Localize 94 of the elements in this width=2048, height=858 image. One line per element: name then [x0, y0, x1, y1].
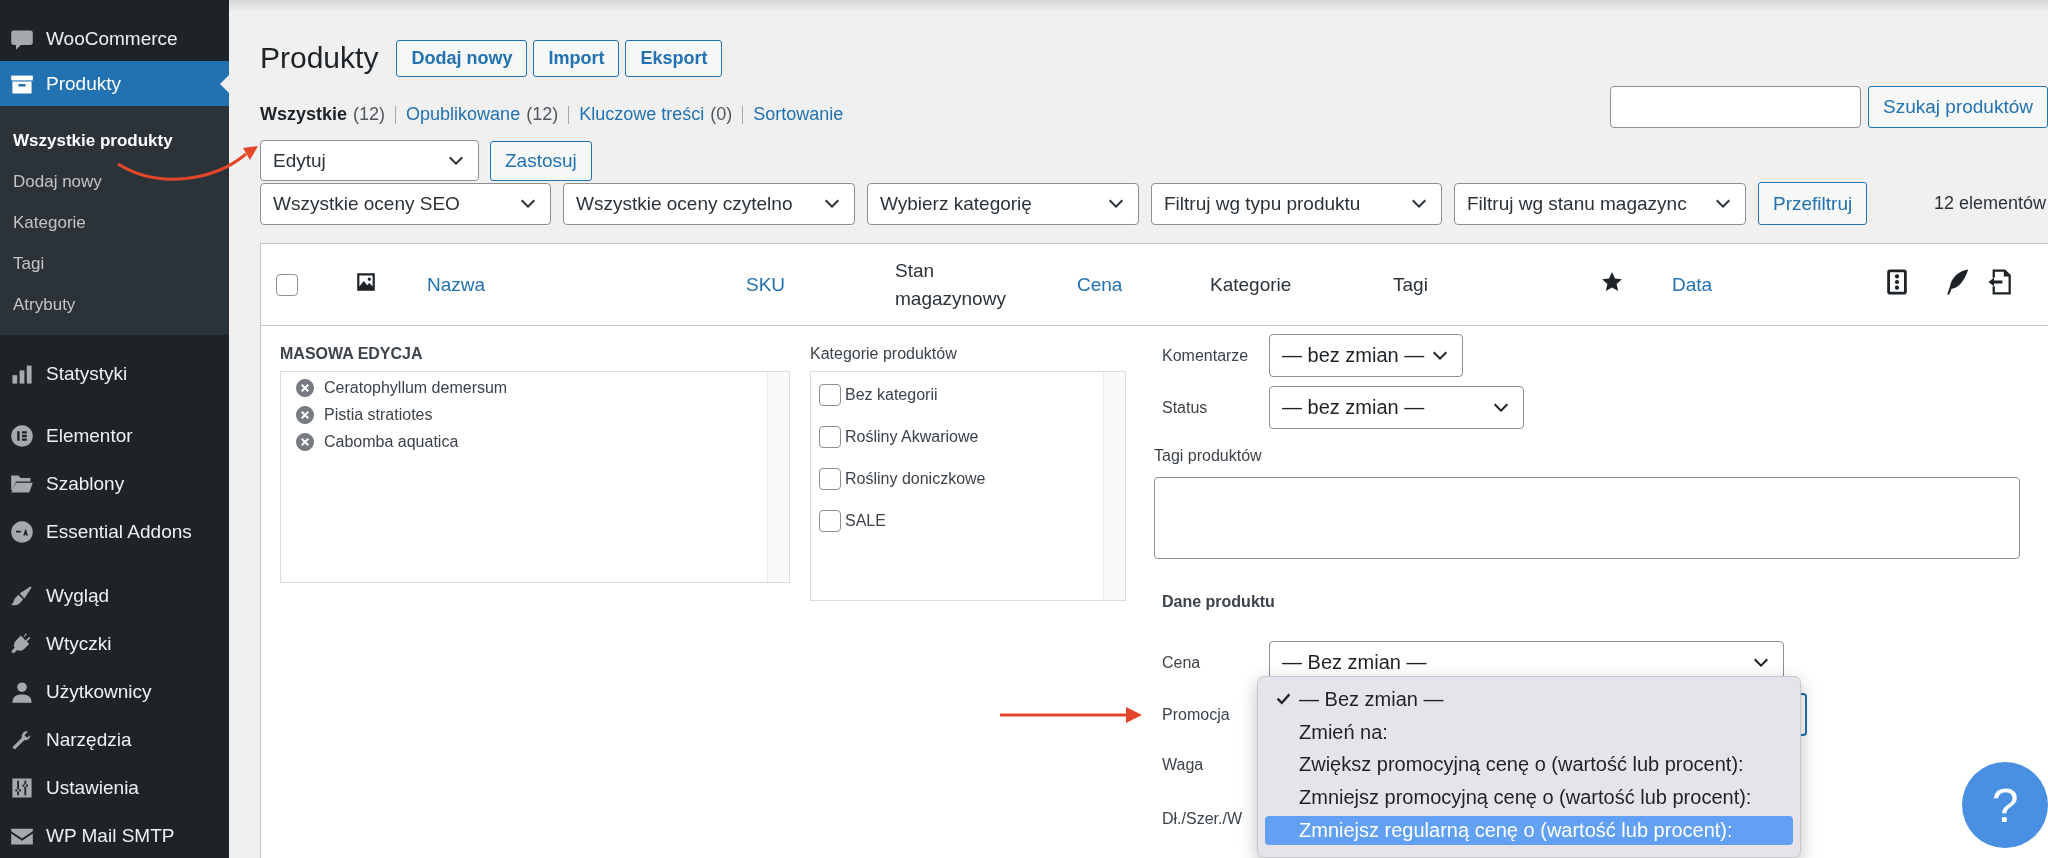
dropdown-option[interactable]: Zmniejsz promocyjną cenę o (wartość lub procent):	[1265, 783, 1793, 813]
product-name: Cabomba aquatica	[324, 433, 459, 451]
view-count: (0)	[710, 104, 733, 125]
section-heading: Dane produktu	[1161, 593, 1275, 611]
filter-select[interactable]: Filtruj wg stanu magazync	[1454, 182, 1746, 225]
column-header: Kategorie	[1210, 272, 1293, 297]
category-label: Rośliny doniczkowe	[845, 470, 986, 488]
filter-select[interactable]: Wybierz kategorię	[867, 182, 1139, 225]
column-header: Tagi	[1393, 272, 1429, 297]
select-value: Wszystkie oceny czytelno	[576, 192, 793, 215]
remove-icon[interactable]	[295, 405, 315, 425]
view-count: (12)	[353, 104, 386, 125]
select-value: Wszystkie oceny SEO	[273, 192, 460, 215]
page-title: Produkty	[260, 41, 379, 75]
field-label: Cena	[1161, 653, 1202, 672]
category-label: Rośliny Akwariowe	[845, 428, 979, 446]
bulk-edit-title: MASOWA EDYCJA	[280, 345, 424, 364]
submenu-item[interactable]: Dodaj nowy	[0, 161, 229, 202]
filter-select[interactable]: Wszystkie oceny czytelno	[563, 182, 855, 225]
dropdown-option[interactable]: Zmień na:	[1265, 717, 1793, 747]
sidebar-item[interactable]: Ustawienia	[0, 764, 229, 812]
brush-icon	[10, 584, 34, 608]
dropdown-select[interactable]: — bez zmian —	[1269, 386, 1524, 429]
sidebar-item[interactable]: WooCommerce	[0, 16, 229, 61]
sidebar-item[interactable]: Essential Addons	[0, 508, 229, 556]
field-label: Tagi produktów	[1154, 447, 1262, 465]
checkbox[interactable]	[819, 426, 841, 448]
page-action-button[interactable]: Eksport	[625, 39, 723, 77]
product-name: Ceratophyllum demersum	[324, 379, 508, 397]
circle-badge-icon	[10, 520, 34, 544]
search-button[interactable]: Szukaj produktów	[1868, 86, 2048, 128]
column-header-link[interactable]: Cena	[1077, 273, 1123, 295]
search-field[interactable]	[1610, 86, 1862, 128]
category-label: SALE	[845, 512, 886, 530]
submenu-item[interactable]: Wszystkie produkty	[0, 120, 229, 161]
select-value: — bez zmian —	[1282, 344, 1425, 367]
submenu-item[interactable]: Kategorie	[0, 202, 229, 243]
apply-button[interactable]: Zastosuj	[490, 140, 592, 181]
submenu-item[interactable]: Atrybuty	[0, 284, 229, 325]
sidebar-item[interactable]: Statystyki	[0, 351, 229, 396]
checkbox[interactable]	[819, 468, 841, 490]
select-value: Filtruj wg stanu magazync	[1467, 192, 1687, 215]
user-icon	[10, 680, 34, 704]
filter-select[interactable]: Filtruj wg typu produktu	[1151, 182, 1442, 225]
item-count: 12 elementów	[1933, 193, 2047, 214]
sidebar-item[interactable]: Narzędzia	[0, 716, 229, 764]
view-count: (12)	[526, 104, 559, 125]
sidebar-item[interactable]: Wygląd	[0, 572, 229, 620]
select-value: Filtruj wg typu produktu	[1164, 192, 1361, 215]
view-filter-link[interactable]: Opublikowane	[406, 104, 521, 125]
select-value: Wybierz kategorię	[880, 192, 1032, 215]
field-label: Dł./Szer./W	[1162, 809, 1242, 829]
sidebar-item[interactable]: Elementor	[0, 412, 229, 460]
filter-button[interactable]: Przefiltruj	[1758, 182, 1868, 225]
field-label: Status	[1161, 398, 1209, 417]
checkbox[interactable]	[276, 273, 298, 296]
tags-textarea[interactable]	[1154, 477, 2020, 559]
filter-select[interactable]: Wszystkie oceny SEO	[260, 182, 551, 225]
checkbox[interactable]	[819, 510, 841, 532]
image-icon	[355, 271, 377, 293]
remove-icon[interactable]	[295, 378, 315, 398]
category-label: Bez kategorii	[845, 386, 938, 404]
view-filter-link[interactable]: Kluczowe treści	[579, 104, 705, 125]
submenu-item[interactable]: Tagi	[0, 243, 229, 284]
field-label: Waga	[1162, 755, 1204, 775]
dropdown-option[interactable]: — Bez zmian —	[1265, 685, 1793, 714]
select-value: — bez zmian —	[1282, 396, 1425, 419]
sidebar-item[interactable]: WP Mail SMTP	[0, 812, 229, 858]
checkbox[interactable]	[819, 384, 841, 406]
field-label: Komentarze	[1161, 346, 1250, 365]
sidebar-item[interactable]: Szablony	[0, 460, 229, 508]
dropdown-select[interactable]: — bez zmian —	[1269, 334, 1463, 377]
column-header-link[interactable]: SKU	[746, 273, 786, 295]
sidebar-item[interactable]: Użytkownicy	[0, 668, 229, 716]
bulk-action-select[interactable]: Edytuj	[260, 140, 479, 181]
remove-icon[interactable]	[295, 432, 315, 452]
page-action-button[interactable]: Import	[533, 39, 620, 77]
view-filter-link[interactable]: Wszystkie	[260, 104, 348, 125]
circle-lines-icon	[10, 424, 34, 448]
column-header-link[interactable]: Data	[1672, 273, 1713, 295]
sidebar-item[interactable]: Wtyczki	[0, 620, 229, 668]
product-name: Pistia stratiotes	[324, 406, 433, 424]
view-filter-link[interactable]: Sortowanie	[753, 104, 844, 125]
page-action-button[interactable]: Dodaj nowy	[396, 39, 528, 77]
star-icon	[1601, 271, 1623, 293]
categories-title: Kategorie produktów	[810, 345, 958, 364]
dropdown-option[interactable]: Zwiększ promocyjną cenę o (wartość lub procent):	[1265, 750, 1793, 780]
sliders-icon	[10, 776, 34, 800]
field-label: Promocja	[1161, 705, 1231, 724]
column-header-link[interactable]: Nazwa	[427, 273, 486, 295]
sidebar-item[interactable]: Produkty	[0, 61, 229, 106]
select-value: Edytuj	[273, 149, 326, 172]
column-header: Stan magazynowy	[895, 258, 1007, 311]
select-value: — Bez zmian —	[1282, 651, 1427, 674]
